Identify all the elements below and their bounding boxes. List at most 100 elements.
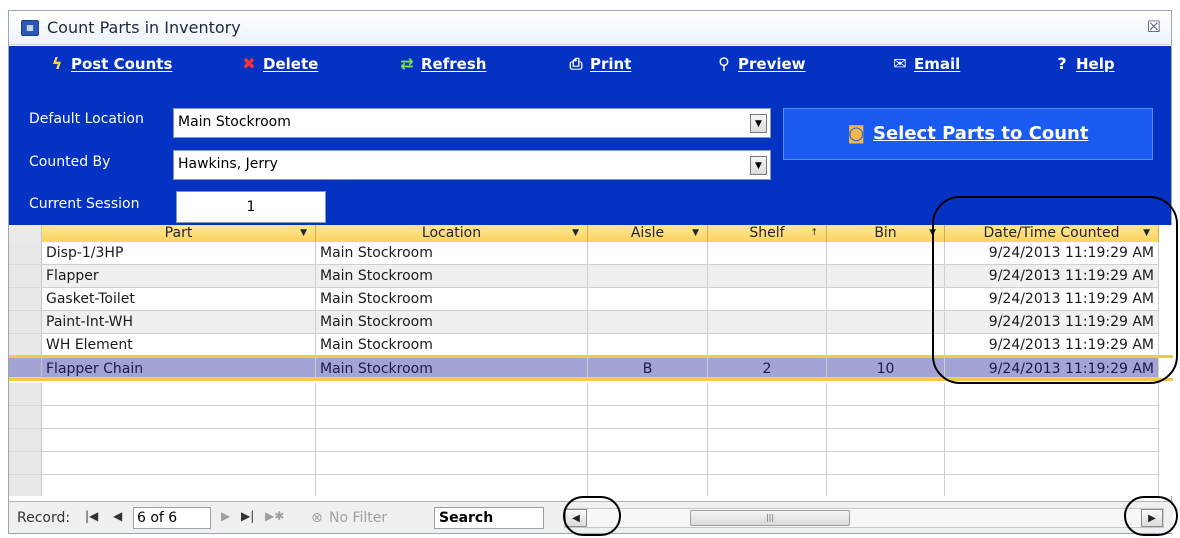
cell-part[interactable]: Gasket-Toilet — [42, 288, 316, 311]
cell-date-counted[interactable]: 9/24/2013 11:19:29 AM — [945, 334, 1159, 357]
cell-location[interactable]: Main Stockroom — [316, 288, 588, 311]
scroll-right-icon[interactable]: ▶ — [1141, 509, 1163, 527]
binoculars-icon: ◙ — [847, 123, 865, 144]
cell-part[interactable]: Flapper Chain — [42, 358, 316, 378]
cell-shelf[interactable]: 2 — [708, 358, 827, 378]
help-button[interactable]: ? Help — [1052, 54, 1114, 80]
last-record-icon[interactable]: ▶| — [241, 509, 254, 523]
no-filter-label[interactable]: No Filter — [329, 510, 387, 526]
counted-by-value: Hawkins, Jerry — [178, 156, 278, 172]
empty-cell — [708, 406, 827, 429]
email-button[interactable]: ✉ Email — [890, 54, 960, 80]
cell-aisle[interactable]: B — [588, 358, 708, 378]
column-header-part[interactable]: Part ▼ — [42, 225, 316, 242]
sort-dropdown-icon[interactable]: ▼ — [692, 225, 699, 242]
horizontal-scrollbar[interactable]: ◀ ||| ▶ — [564, 508, 1164, 528]
cell-date-counted[interactable]: 9/24/2013 11:19:29 AM — [945, 265, 1159, 288]
cell-part[interactable]: WH Element — [42, 334, 316, 357]
filter-icon[interactable]: ⊗ — [311, 510, 323, 526]
cell-date-counted[interactable]: 9/24/2013 11:19:29 AM — [945, 288, 1159, 311]
scroll-left-icon[interactable]: ◀ — [565, 509, 587, 527]
column-header-bin[interactable]: Bin ▼ — [827, 225, 945, 242]
cell-bin[interactable] — [827, 334, 945, 357]
cell-date-counted[interactable]: 9/24/2013 11:19:29 AM — [945, 242, 1159, 265]
cell-shelf[interactable] — [708, 334, 827, 357]
preview-button[interactable]: ⚲ Preview — [714, 54, 805, 80]
sort-dropdown-icon[interactable]: ▼ — [300, 225, 307, 242]
dropdown-arrow-icon[interactable]: ▼ — [750, 114, 767, 133]
column-header-aisle[interactable]: Aisle ▼ — [588, 225, 708, 242]
column-header-shelf[interactable]: Shelf ↑ — [708, 225, 827, 242]
cell-date-counted[interactable]: 9/24/2013 11:19:29 AM — [945, 358, 1159, 378]
refresh-button[interactable]: ⇄ Refresh — [397, 54, 486, 80]
print-button[interactable]: ⎙ Print — [566, 54, 632, 80]
row-selector — [9, 452, 42, 475]
row-selector[interactable] — [9, 334, 42, 357]
table-row[interactable]: WH Element Main Stockroom 9/24/2013 11:1… — [9, 334, 1173, 357]
current-record-input[interactable]: 6 of 6 — [133, 507, 211, 529]
cell-aisle[interactable] — [588, 334, 708, 357]
cell-part[interactable]: Paint-Int-WH — [42, 311, 316, 334]
row-selector[interactable] — [9, 265, 42, 288]
record-navigation-bar: Record: |◀ ◀ 6 of 6 ▶ ▶| ▶✱ ⊗ No Filter … — [9, 501, 1173, 533]
table-row[interactable]: Disp-1/3HP Main Stockroom 9/24/2013 11:1… — [9, 242, 1173, 265]
cell-part[interactable]: Flapper — [42, 265, 316, 288]
previous-record-icon[interactable]: ◀ — [113, 509, 122, 523]
counted-by-combo[interactable]: Hawkins, Jerry ▼ — [173, 150, 771, 180]
parts-grid: Part ▼ Location ▼ Aisle ▼ Shelf ↑ Bin ▼ Date/… — [9, 225, 1173, 496]
cell-bin[interactable]: 10 — [827, 358, 945, 378]
row-selector[interactable] — [9, 358, 42, 378]
cell-location[interactable]: Main Stockroom — [316, 358, 588, 378]
column-header-date-counted[interactable]: Date/Time Counted ▼ — [945, 225, 1159, 242]
empty-cell — [588, 452, 708, 475]
cell-bin[interactable] — [827, 311, 945, 334]
next-record-icon[interactable]: ▶ — [221, 509, 230, 523]
sort-dropdown-icon[interactable]: ▼ — [929, 225, 936, 242]
sort-dropdown-icon[interactable]: ▼ — [572, 225, 579, 242]
first-record-icon[interactable]: |◀ — [85, 509, 98, 523]
select-parts-button[interactable]: ◙ Select Parts to Count — [783, 108, 1153, 160]
table-row[interactable]: Gasket-Toilet Main Stockroom 9/24/2013 1… — [9, 288, 1173, 311]
default-location-combo[interactable]: Main Stockroom ▼ — [173, 108, 771, 138]
cell-aisle[interactable] — [588, 288, 708, 311]
post-counts-button[interactable]: ϟ Post Counts — [47, 54, 173, 80]
cell-shelf[interactable] — [708, 265, 827, 288]
table-row[interactable]: Flapper Main Stockroom 9/24/2013 11:19:2… — [9, 265, 1173, 288]
cell-location[interactable]: Main Stockroom — [316, 265, 588, 288]
cell-bin[interactable] — [827, 242, 945, 265]
row-selector[interactable] — [9, 242, 42, 265]
select-all-corner[interactable] — [9, 225, 42, 242]
cell-shelf[interactable] — [708, 242, 827, 265]
current-session-input[interactable]: 1 — [176, 191, 326, 223]
cell-bin[interactable] — [827, 265, 945, 288]
sort-ascending-icon[interactable]: ↑ — [810, 225, 818, 242]
row-selector[interactable] — [9, 311, 42, 334]
cell-location[interactable]: Main Stockroom — [316, 242, 588, 265]
delete-button[interactable]: ✖ Delete — [239, 54, 318, 80]
table-row[interactable]: Paint-Int-WH Main Stockroom 9/24/2013 11… — [9, 311, 1173, 334]
cell-location[interactable]: Main Stockroom — [316, 311, 588, 334]
empty-row — [9, 406, 1173, 429]
cell-location[interactable]: Main Stockroom — [316, 334, 588, 357]
header-panel: ϟ Post Counts ✖ Delete ⇄ Refresh ⎙ Print ⚲ Pr… — [9, 46, 1171, 225]
scroll-thumb[interactable]: ||| — [690, 510, 850, 526]
dropdown-arrow-icon[interactable]: ▼ — [750, 156, 767, 175]
column-header-location[interactable]: Location ▼ — [316, 225, 588, 242]
row-selector[interactable] — [9, 288, 42, 311]
search-input[interactable]: Search — [434, 507, 544, 529]
cell-part[interactable]: Disp-1/3HP — [42, 242, 316, 265]
close-button[interactable]: ☒ — [1147, 17, 1161, 36]
record-label: Record: — [17, 510, 71, 526]
cell-aisle[interactable] — [588, 311, 708, 334]
title-bar: ▦ Count Parts in Inventory ☒ — [9, 11, 1171, 45]
cell-date-counted[interactable]: 9/24/2013 11:19:29 AM — [945, 311, 1159, 334]
cell-shelf[interactable] — [708, 311, 827, 334]
cell-aisle[interactable] — [588, 265, 708, 288]
cell-aisle[interactable] — [588, 242, 708, 265]
cell-shelf[interactable] — [708, 288, 827, 311]
sort-dropdown-icon[interactable]: ▼ — [1143, 225, 1150, 242]
table-row-selected[interactable]: Flapper Chain Main Stockroom B 2 10 9/24… — [9, 355, 1173, 381]
empty-row — [9, 429, 1173, 452]
new-record-icon[interactable]: ▶✱ — [265, 509, 284, 523]
cell-bin[interactable] — [827, 288, 945, 311]
